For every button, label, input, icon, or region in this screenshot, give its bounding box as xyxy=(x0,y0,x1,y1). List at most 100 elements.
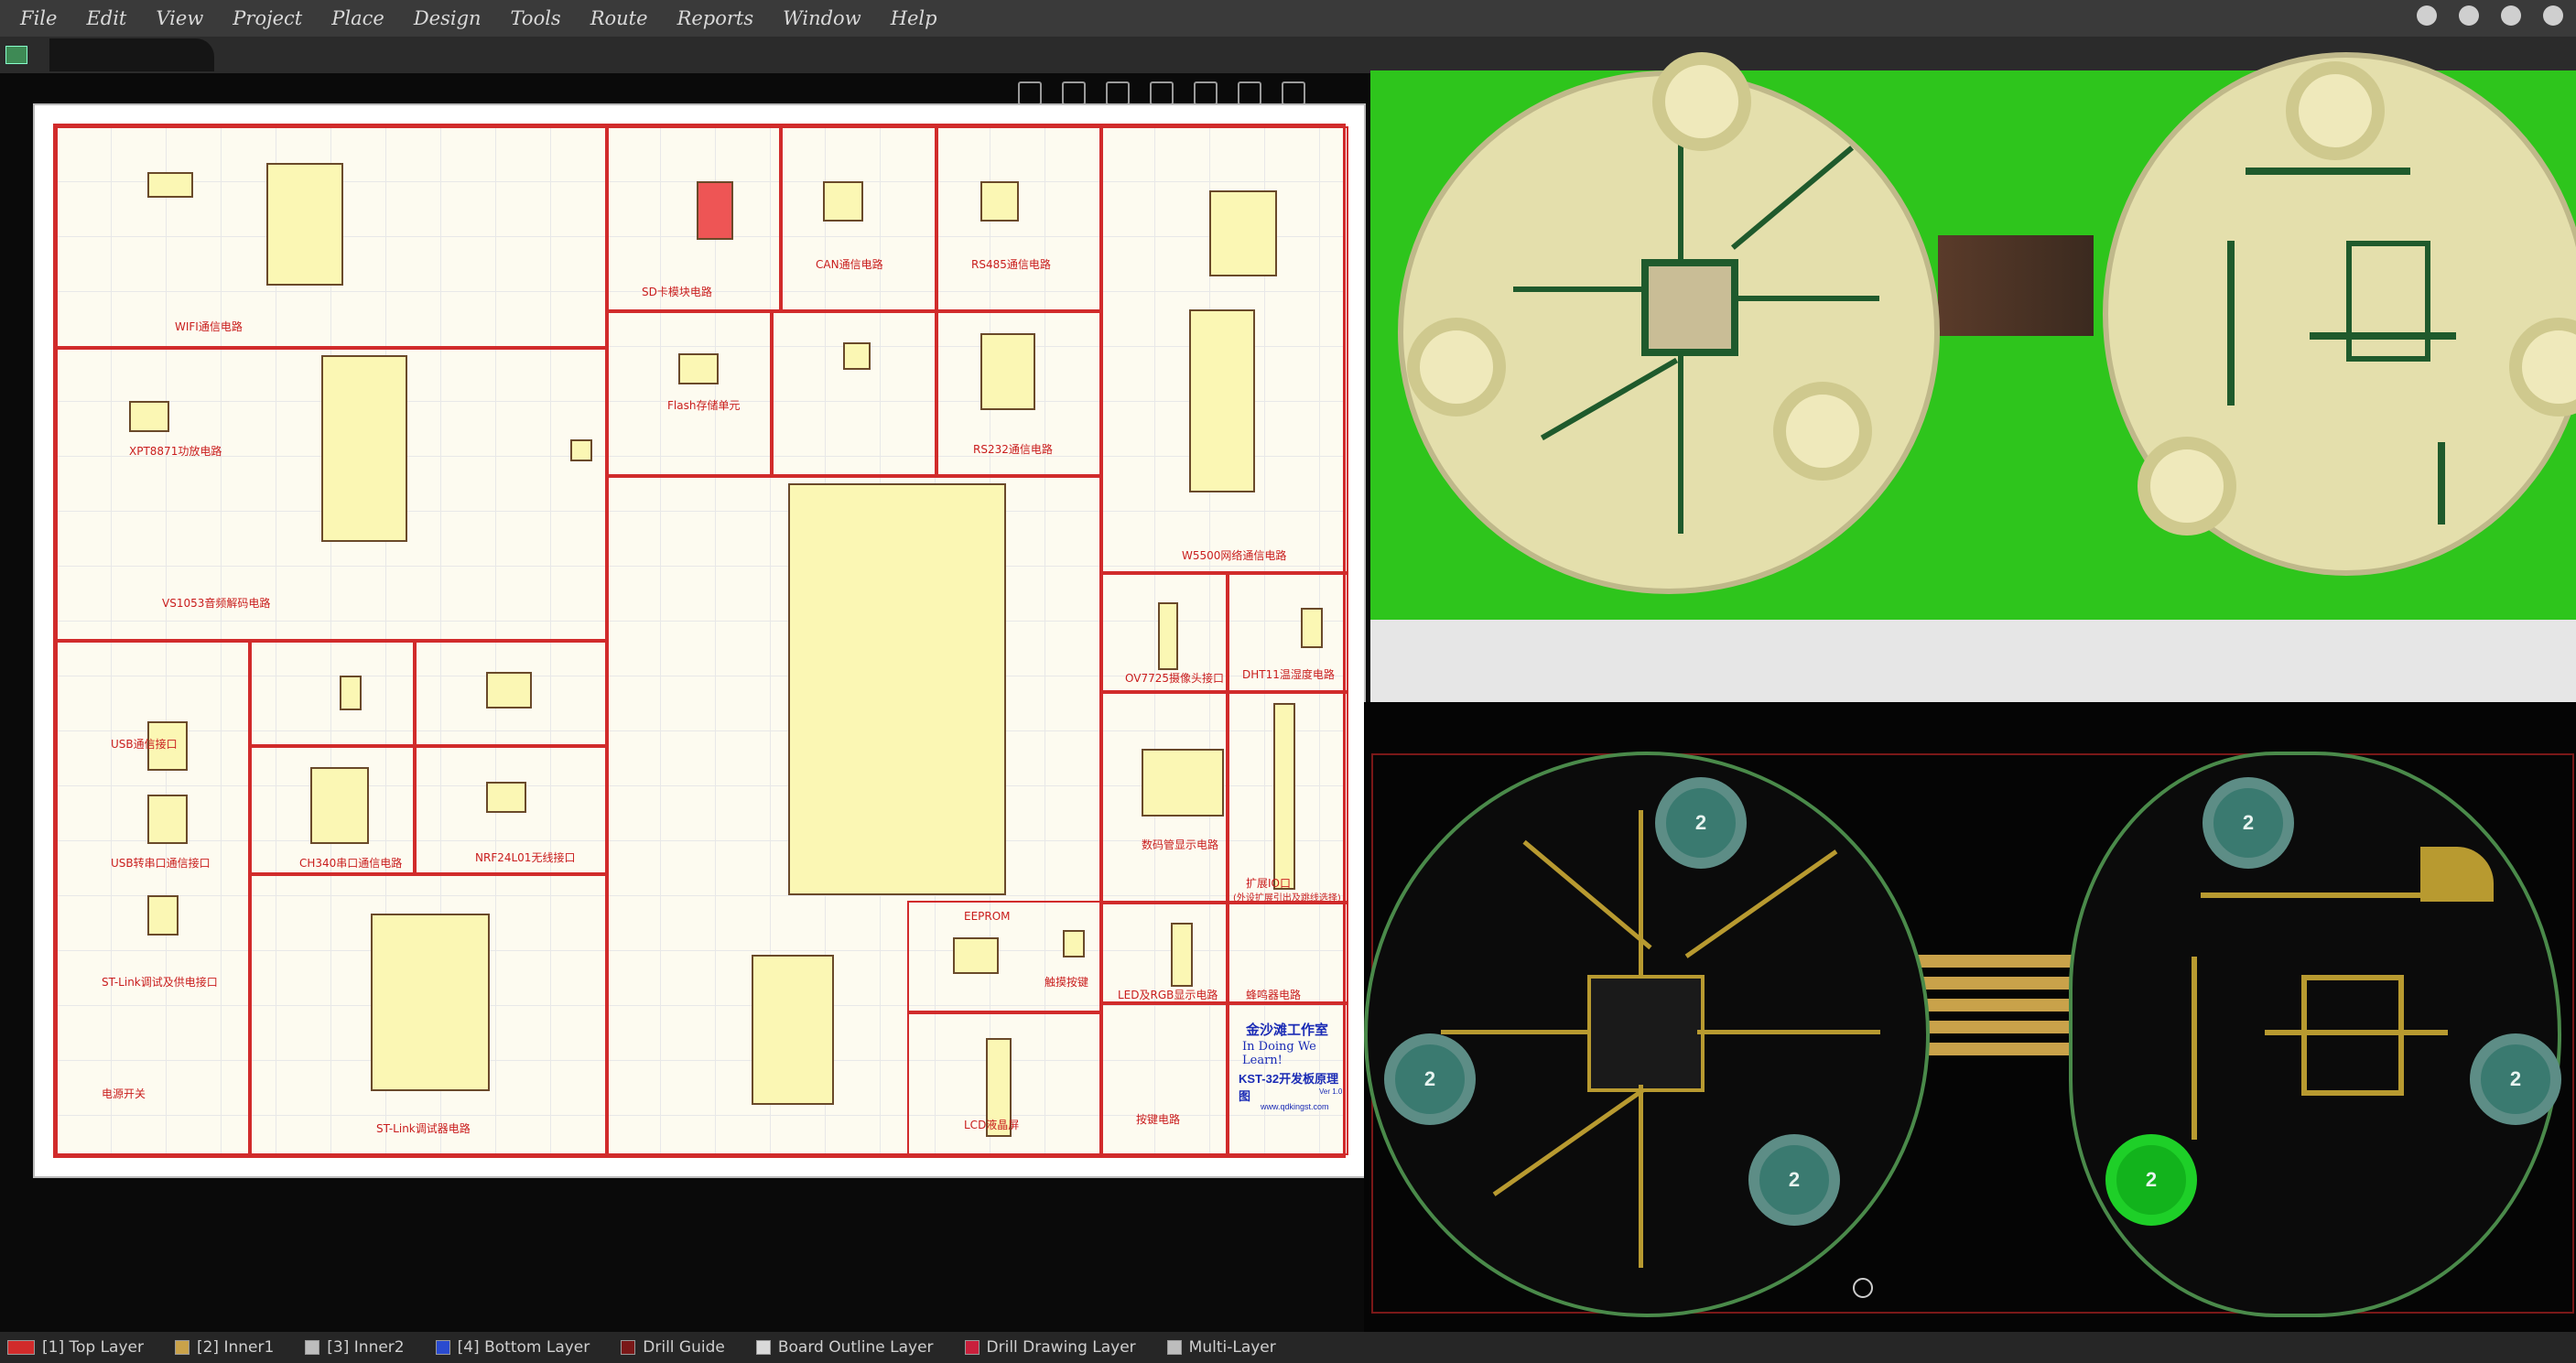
chip-flash[interactable] xyxy=(678,353,719,384)
trace xyxy=(1522,839,1652,950)
mount-hole-top xyxy=(1652,52,1751,151)
chip-small[interactable] xyxy=(570,439,592,461)
mount-hole-top xyxy=(1773,382,1872,481)
menu-design[interactable]: Design xyxy=(414,7,482,29)
chip-w5500[interactable] xyxy=(1189,309,1255,492)
copper-pour xyxy=(2420,847,2494,902)
title-slogan: In Doing We Learn! xyxy=(1242,1040,1316,1067)
chip-wifi[interactable] xyxy=(266,163,343,286)
label-keys: 按键电路 xyxy=(1136,1113,1181,1126)
label-touch: 触摸按键 xyxy=(1044,976,1089,989)
filter-icon[interactable] xyxy=(1018,81,1042,105)
chip-sd-socket[interactable] xyxy=(697,181,733,240)
label-vs1053: VS1053音频解码电路 xyxy=(162,597,271,610)
trace xyxy=(1441,1030,1587,1034)
label-stlink-power: ST-Link调试及供电接口 xyxy=(102,976,218,989)
layer-color-swatch xyxy=(174,1340,189,1355)
chip-rj45[interactable] xyxy=(1209,190,1277,276)
menu-help[interactable]: Help xyxy=(891,7,937,29)
chip-ch340[interactable] xyxy=(310,767,369,844)
chip-expand[interactable] xyxy=(1273,703,1295,890)
bell-icon[interactable] xyxy=(2459,5,2479,26)
select-icon[interactable] xyxy=(1150,81,1174,105)
layer-color-swatch xyxy=(435,1340,450,1355)
chip-dht11[interactable] xyxy=(1301,608,1323,648)
layer-tab-label: Drill Drawing Layer xyxy=(986,1338,1136,1357)
layer-tab-top[interactable]: [1] Top Layer xyxy=(7,1338,144,1357)
text-icon[interactable] xyxy=(1282,81,1305,105)
pcb-layout-view[interactable]: 2 2 2 2 2 2 xyxy=(1364,702,2576,1332)
chip-can[interactable] xyxy=(823,181,863,222)
menu-route[interactable]: Route xyxy=(590,7,648,29)
chip-rs232[interactable] xyxy=(980,333,1035,410)
label-sd: SD卡模块电路 xyxy=(642,286,712,298)
chip-reg2[interactable] xyxy=(486,672,532,709)
chip-ov7725[interactable] xyxy=(1158,602,1178,670)
menu-window[interactable]: Window xyxy=(783,7,861,29)
chip-mcu[interactable] xyxy=(788,483,1006,895)
chip-rs485[interactable] xyxy=(980,181,1019,222)
connector-stlink-power[interactable] xyxy=(147,895,179,936)
menu-edit[interactable]: Edit xyxy=(86,7,126,29)
layer-color-swatch xyxy=(964,1340,980,1355)
pcb-3d-top-view[interactable] xyxy=(1370,52,2576,620)
chip-stlink[interactable] xyxy=(371,914,490,1091)
document-tab[interactable] xyxy=(49,38,214,71)
label-ch340: CH340串口通信电路 xyxy=(299,857,403,870)
label-led-rgb: LED及RGB显示电路 xyxy=(1118,989,1218,1001)
chip-eeprom[interactable] xyxy=(953,937,999,974)
mount-hole: 2 xyxy=(2203,777,2294,869)
layer-color-swatch xyxy=(755,1340,771,1355)
layer-tab-multi[interactable]: Multi-Layer xyxy=(1166,1338,1276,1357)
board-left-layout xyxy=(1364,752,1930,1317)
layer-tab-bottom[interactable]: [4] Bottom Layer xyxy=(435,1338,590,1357)
chip-touch[interactable] xyxy=(1063,930,1085,957)
project-icon[interactable] xyxy=(5,46,27,64)
chip-digit[interactable] xyxy=(1142,749,1224,817)
place-icon[interactable] xyxy=(1238,81,1261,105)
chip-vs1053[interactable] xyxy=(321,355,407,542)
flex-trace xyxy=(1913,955,2078,968)
trace xyxy=(1492,1087,1646,1196)
chip-wifi-reg[interactable] xyxy=(147,172,193,198)
schematic-sheet[interactable]: WIFI通信电路 SD卡模块电路 CAN通信电路 RS485通信电路 Flash… xyxy=(33,103,1366,1178)
chip-reg[interactable] xyxy=(843,342,871,370)
label-w5500: W5500网络通信电路 xyxy=(1182,549,1287,562)
pad-array xyxy=(2301,975,2404,1096)
trace xyxy=(2438,442,2445,525)
menu-view[interactable]: View xyxy=(156,7,203,29)
trace xyxy=(1678,351,1683,534)
label-power-switch: 电源开关 xyxy=(102,1087,146,1100)
chip-xpt8871[interactable] xyxy=(129,401,169,432)
layer-tab-board-outline[interactable]: Board Outline Layer xyxy=(755,1338,934,1357)
layer-tab-inner1[interactable]: [2] Inner1 xyxy=(174,1338,274,1357)
trace xyxy=(1730,146,1855,250)
chip-led[interactable] xyxy=(1171,923,1193,987)
menu-project[interactable]: Project xyxy=(233,7,302,29)
chip-nrf[interactable] xyxy=(486,782,526,813)
chip-reg1[interactable] xyxy=(340,676,362,710)
chip-lcd-driver[interactable] xyxy=(752,955,834,1105)
gear-icon[interactable] xyxy=(2417,5,2437,26)
layer-tab-drill-drawing[interactable]: Drill Drawing Layer xyxy=(964,1338,1136,1357)
menu-place[interactable]: Place xyxy=(331,7,384,29)
connector-usbserial[interactable] xyxy=(147,795,188,844)
mount-hole: 2 xyxy=(1748,1134,1840,1226)
trace xyxy=(1697,1030,1880,1034)
user-icon[interactable] xyxy=(2501,5,2521,26)
layer-tab-inner2[interactable]: [3] Inner2 xyxy=(305,1338,405,1357)
layer-tabs-bar: [1] Top Layer [2] Inner1 [3] Inner2 [4] … xyxy=(0,1332,2576,1363)
menu-reports[interactable]: Reports xyxy=(677,7,754,29)
label-xpt: XPT8871功放电路 xyxy=(129,445,222,458)
route-icon[interactable] xyxy=(1062,81,1086,105)
align-icon[interactable] xyxy=(1194,81,1218,105)
settings-icon[interactable] xyxy=(2543,5,2563,26)
layer-tab-drill-guide[interactable]: Drill Guide xyxy=(621,1338,725,1357)
mount-hole-selected[interactable]: 2 xyxy=(2105,1134,2197,1226)
label-digit: 数码管显示电路 xyxy=(1142,838,1219,851)
menu-tools[interactable]: Tools xyxy=(511,7,561,29)
mount-hole: 2 xyxy=(2470,1033,2561,1125)
menu-file[interactable]: File xyxy=(20,7,57,29)
trace xyxy=(2227,241,2235,406)
add-icon[interactable] xyxy=(1106,81,1130,105)
